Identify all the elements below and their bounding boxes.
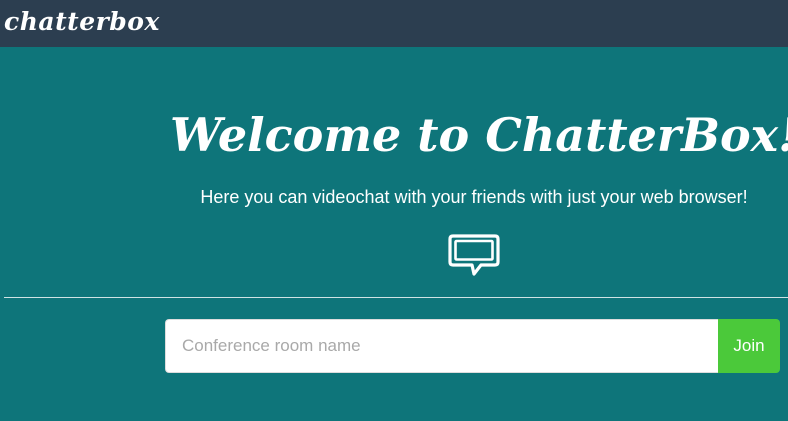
chat-bubble-icon xyxy=(448,234,500,276)
main-content: Welcome to ChatterBox! Here you can vide… xyxy=(0,47,788,421)
join-room-form: Join xyxy=(165,319,780,373)
brand-logo[interactable]: chatterbox xyxy=(4,6,160,38)
join-button[interactable]: Join xyxy=(718,319,780,373)
section-divider xyxy=(4,297,788,298)
welcome-heading: Welcome to ChatterBox! xyxy=(170,108,788,162)
top-navbar: chatterbox xyxy=(0,0,788,47)
welcome-subtitle: Here you can videochat with your friends… xyxy=(200,187,748,207)
conference-room-input[interactable] xyxy=(165,319,718,373)
